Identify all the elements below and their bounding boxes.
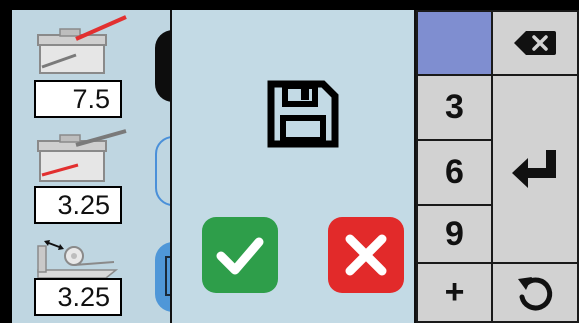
keypad-key-3[interactable]: 3 — [416, 74, 493, 141]
enter-button[interactable] — [491, 74, 579, 264]
checkmark-icon — [216, 237, 264, 275]
enter-arrow-icon — [512, 150, 556, 188]
numeric-keypad: 3 6 9 + — [416, 10, 579, 323]
backspace-button[interactable] — [491, 10, 579, 76]
spool-width-measure-icon — [37, 240, 119, 279]
cancel-button[interactable] — [328, 217, 404, 293]
parameter-value-field[interactable]: 3.25 — [34, 186, 122, 224]
app-screen: 7.5 3.25 3.25 3 6 9 + — [12, 10, 579, 323]
floppy-disk-save-icon — [267, 80, 339, 148]
box-with-red-line-side-icon — [37, 129, 127, 182]
refresh-icon — [518, 276, 553, 310]
reset-button[interactable] — [491, 262, 579, 323]
keypad-key-plus[interactable]: + — [416, 262, 493, 323]
backspace-icon — [514, 31, 556, 55]
keypad-key-blank[interactable] — [416, 10, 493, 76]
save-confirm-dialog — [170, 10, 416, 323]
keypad-key-9[interactable]: 9 — [416, 204, 493, 264]
x-icon — [345, 234, 387, 276]
confirm-button[interactable] — [202, 217, 278, 293]
parameter-value-field[interactable]: 3.25 — [34, 278, 122, 316]
parameter-value-field[interactable]: 7.5 — [34, 80, 122, 118]
box-with-red-line-top-icon — [37, 15, 127, 74]
keypad-key-6[interactable]: 6 — [416, 139, 493, 206]
